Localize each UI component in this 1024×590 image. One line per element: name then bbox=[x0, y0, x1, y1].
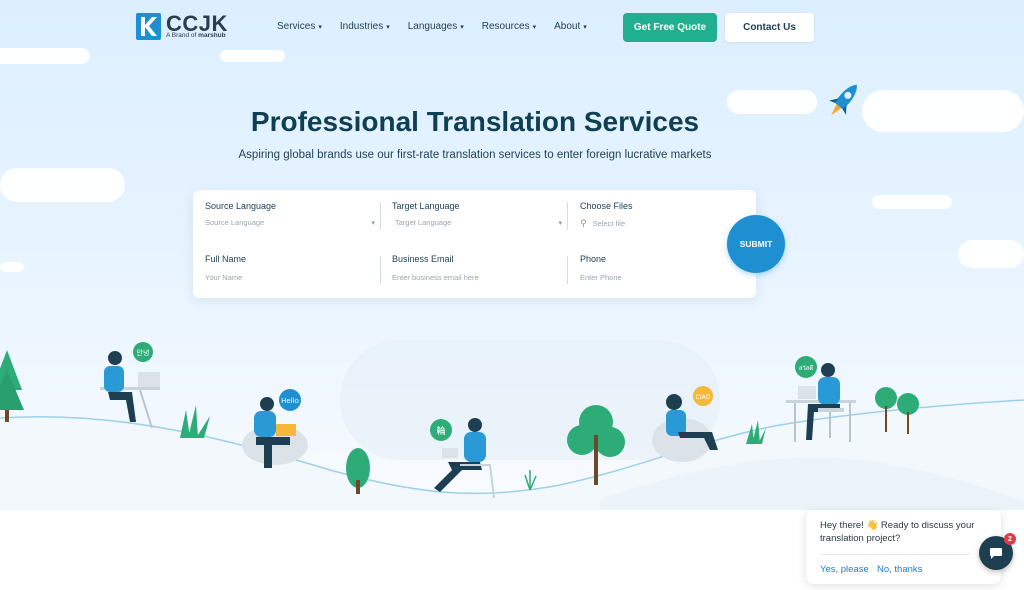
choose-files-field[interactable]: Choose Files ⚲ Select file bbox=[580, 201, 750, 229]
site-header: CCJK A Brand of marshub Services ▾ Indust… bbox=[0, 0, 1024, 56]
phone-input[interactable]: Enter Phone bbox=[580, 273, 750, 282]
file-picker[interactable]: ⚲ Select file bbox=[580, 218, 750, 229]
chat-yes-button[interactable]: Yes, please bbox=[820, 564, 869, 575]
chevron-down-icon: ▾ bbox=[460, 24, 464, 31]
nav-label: Industries bbox=[339, 21, 384, 32]
main-nav: Services ▾ Industries ▾ Languages ▾ Resourc… bbox=[277, 21, 587, 32]
chat-no-button[interactable]: No, thanks bbox=[877, 564, 922, 575]
business-email-field[interactable]: Business Email Enter business email here bbox=[392, 254, 562, 282]
nav-languages[interactable]: Languages ▾ bbox=[408, 21, 464, 32]
target-language-field[interactable]: Target Language Target Language ▾ bbox=[392, 201, 562, 227]
full-name-field[interactable]: Full Name Your Name bbox=[205, 254, 375, 282]
nav-services[interactable]: Services ▾ bbox=[277, 21, 322, 32]
field-label: Choose Files bbox=[580, 201, 633, 211]
target-language-select[interactable]: Target Language ▾ bbox=[392, 218, 562, 227]
field-divider bbox=[380, 256, 381, 284]
field-divider bbox=[380, 202, 381, 230]
chat-icon bbox=[990, 548, 1002, 559]
brand-logo[interactable]: CCJK A Brand of marshub bbox=[136, 11, 236, 43]
cloud-decoration bbox=[958, 240, 1024, 268]
chat-divider bbox=[820, 554, 970, 555]
chevron-down-icon: ▾ bbox=[583, 24, 587, 31]
field-placeholder: Source Language bbox=[205, 218, 265, 227]
speech-bubble-text: Hello bbox=[281, 397, 299, 405]
chevron-down-icon: ▾ bbox=[318, 24, 322, 31]
notification-badge: 2 bbox=[1004, 533, 1016, 545]
chevron-down-icon: ▾ bbox=[532, 24, 537, 31]
brand-tagline-prefix: A Brand of bbox=[166, 32, 197, 39]
nav-label: Languages bbox=[407, 21, 458, 32]
chat-message: Hey there! 👋 Ready to discuss your trans… bbox=[820, 520, 975, 544]
cloud-decoration bbox=[0, 168, 125, 202]
hero-subtitle: Aspiring global brands use our first-rat… bbox=[238, 149, 712, 161]
grass-plant bbox=[180, 405, 210, 438]
source-language-select[interactable]: Source Language ▾ bbox=[205, 218, 375, 227]
field-divider bbox=[567, 202, 568, 230]
quote-form: Source Language Source Language ▾ Target… bbox=[193, 190, 756, 298]
speech-bubble-text: 輪 bbox=[436, 425, 445, 437]
chat-popup: Hey there! 👋 Ready to discuss your trans… bbox=[806, 510, 1001, 584]
person-beanbag: Hello bbox=[242, 389, 308, 468]
nav-resources[interactable]: Resources ▾ bbox=[482, 21, 536, 32]
hero-title: Professional Translation Services bbox=[250, 106, 700, 137]
contact-us-button[interactable]: Contact Us bbox=[725, 13, 814, 42]
field-label: Phone bbox=[580, 254, 607, 264]
source-language-field[interactable]: Source Language Source Language ▾ bbox=[205, 201, 375, 227]
field-label: Source Language bbox=[205, 201, 277, 211]
nav-about[interactable]: About ▾ bbox=[554, 21, 587, 32]
sprout-plant bbox=[524, 470, 537, 491]
submit-button[interactable]: SUBMIT bbox=[727, 215, 785, 273]
field-divider bbox=[567, 256, 568, 284]
person-laptop-desk: 안녕 bbox=[100, 342, 160, 429]
field-placeholder: Select file bbox=[592, 219, 626, 228]
nav-label: About bbox=[554, 21, 581, 32]
nav-label: Resources bbox=[481, 21, 530, 32]
chevron-down-icon: ▾ bbox=[558, 219, 562, 227]
brand-tagline-brand: marshub bbox=[198, 32, 226, 39]
chevron-down-icon: ▾ bbox=[386, 24, 390, 31]
phone-field[interactable]: Phone Enter Phone bbox=[580, 254, 750, 282]
field-label: Target Language bbox=[392, 201, 460, 211]
speech-bubble-text: 안녕 bbox=[137, 348, 150, 357]
full-name-input[interactable]: Your Name bbox=[205, 273, 375, 282]
nav-industries[interactable]: Industries ▾ bbox=[340, 21, 390, 32]
field-label: Business Email bbox=[392, 254, 454, 264]
cloud-decoration bbox=[872, 195, 952, 209]
logo-mark-icon bbox=[136, 13, 161, 40]
field-label: Full Name bbox=[205, 254, 247, 264]
get-free-quote-button[interactable]: Get Free Quote bbox=[623, 13, 717, 42]
business-email-input[interactable]: Enter business email here bbox=[392, 273, 562, 282]
cloud-decoration bbox=[0, 262, 24, 272]
chevron-down-icon: ▾ bbox=[371, 219, 375, 227]
nav-label: Services bbox=[277, 21, 316, 32]
speech-bubble-text: CIAO bbox=[696, 394, 711, 401]
field-placeholder: Target Language bbox=[395, 218, 452, 227]
pine-tree bbox=[0, 350, 24, 422]
speech-bubble-text: สวัสดี bbox=[799, 364, 814, 372]
brand-tagline: A Brand of marshub bbox=[166, 32, 226, 39]
paperclip-icon: ⚲ bbox=[580, 218, 587, 228]
